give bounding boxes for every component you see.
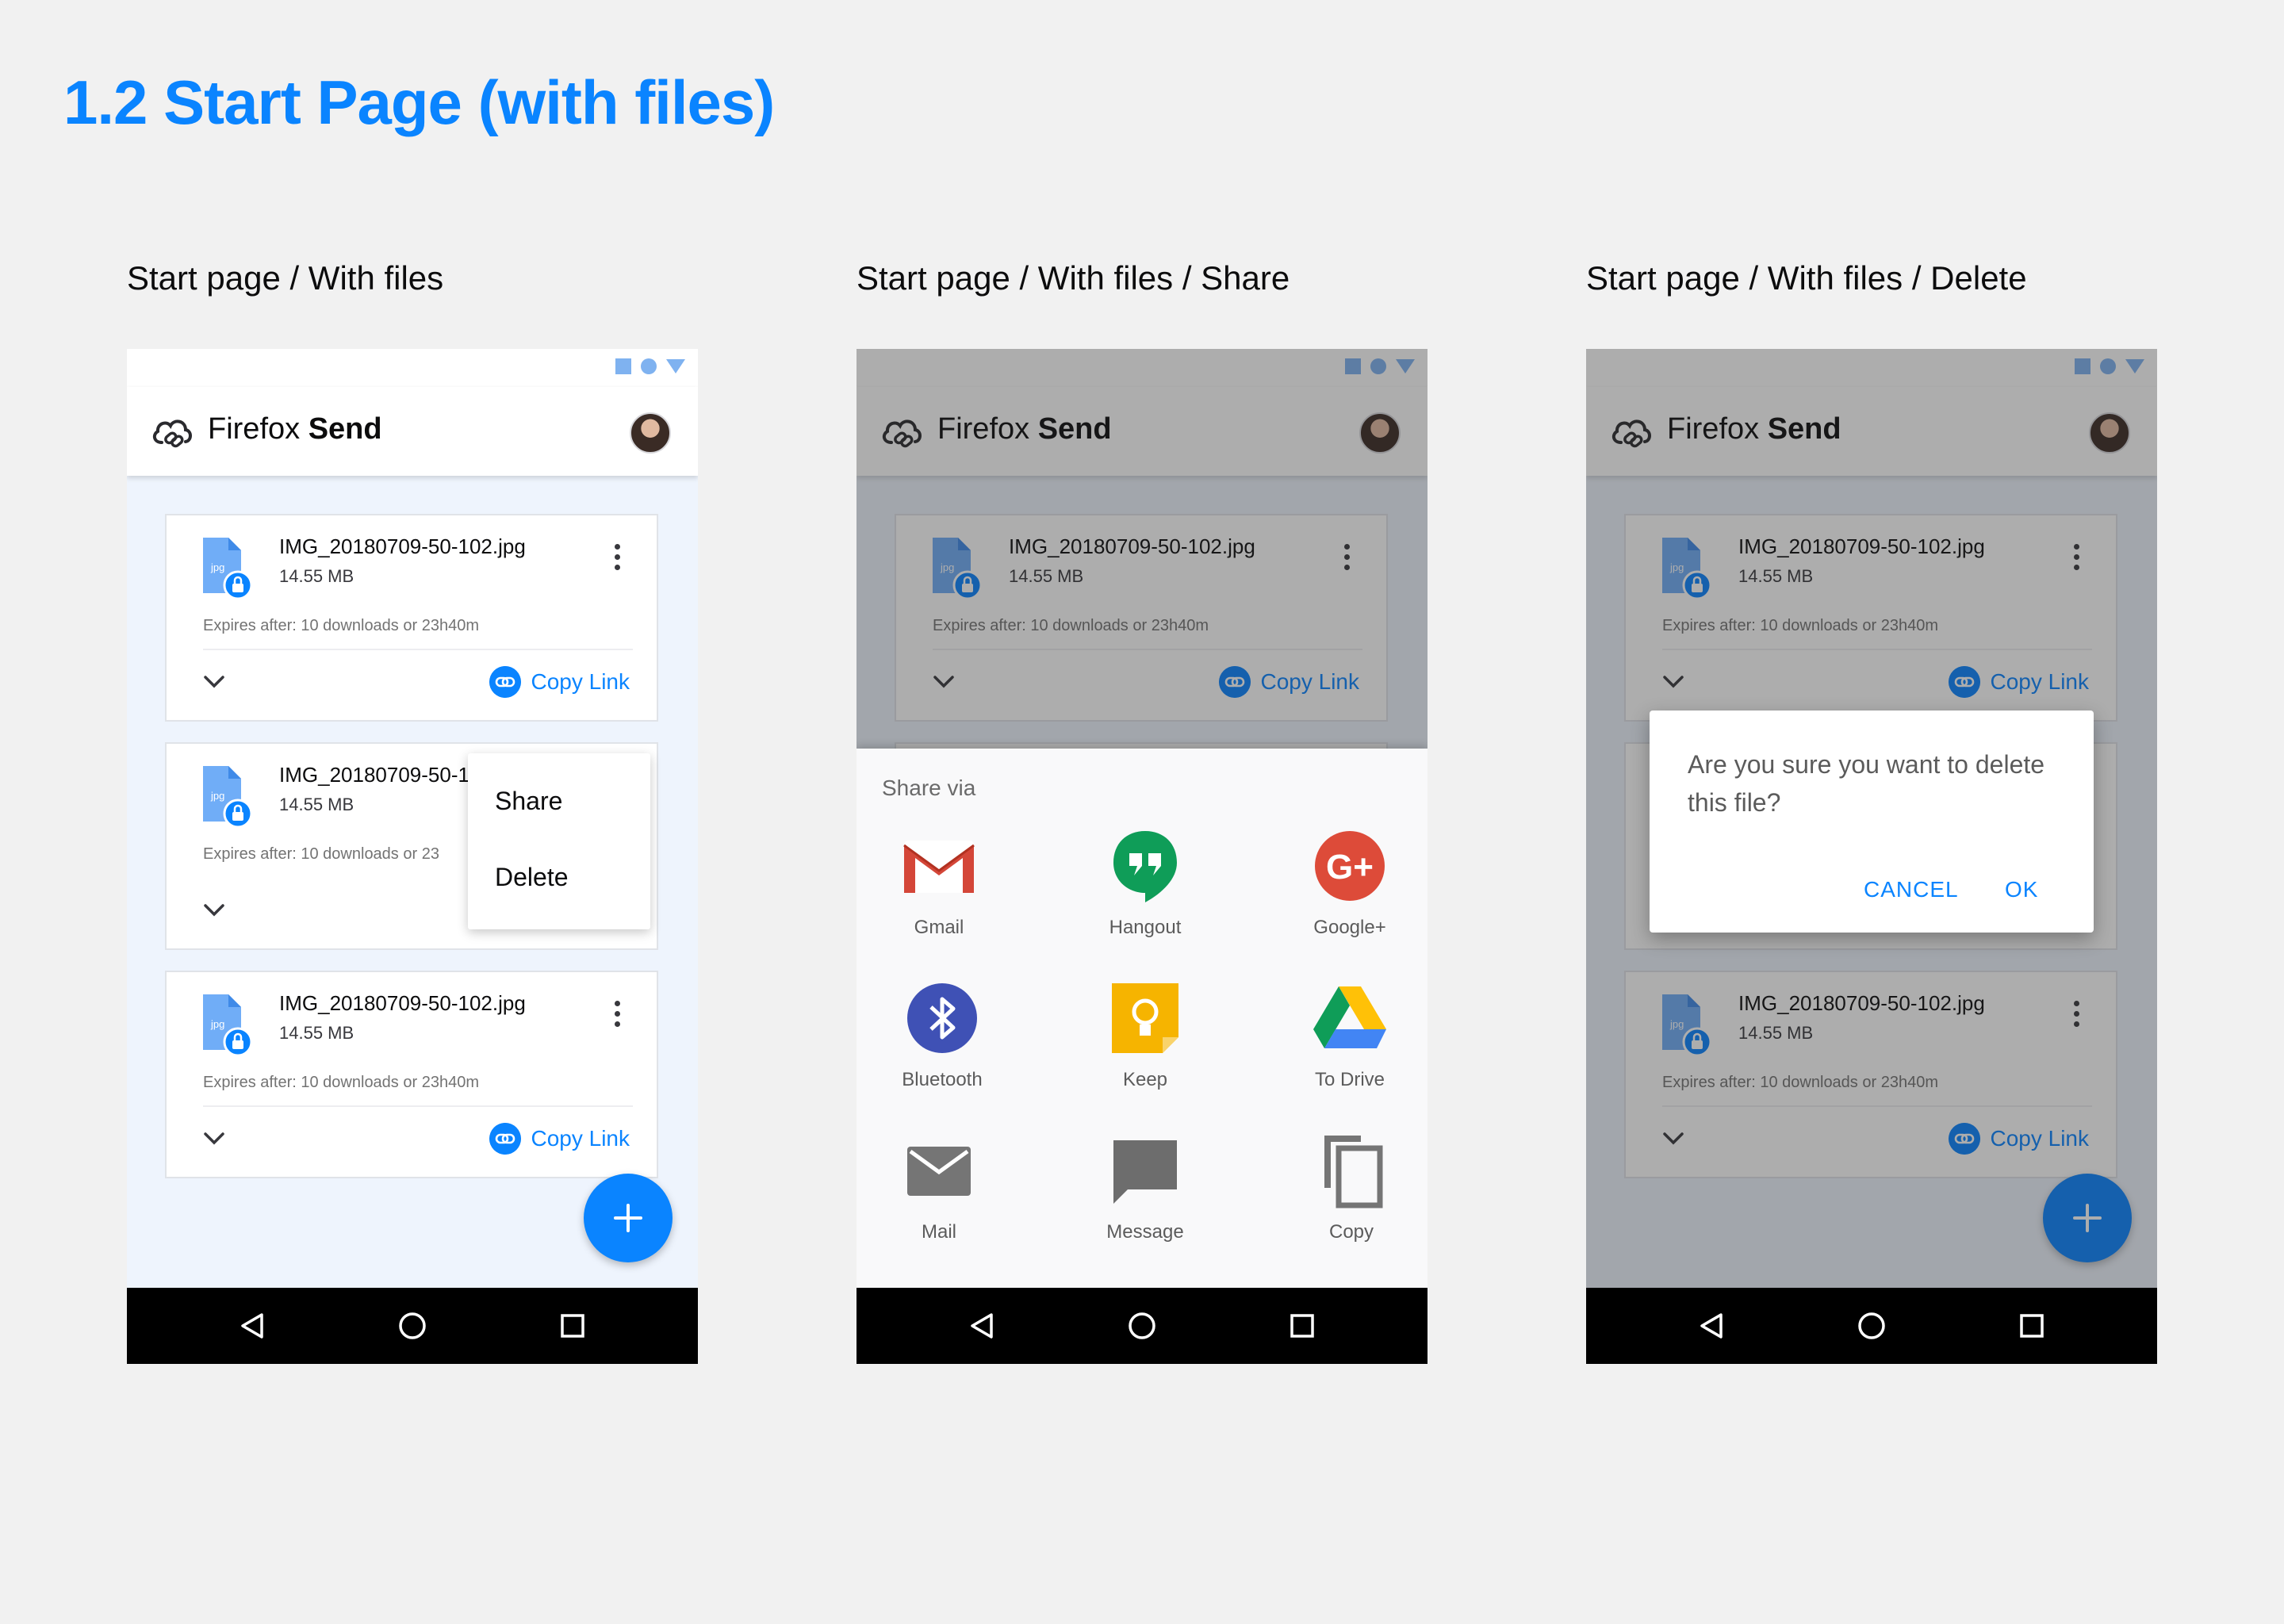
app-title: Firefox Send xyxy=(208,412,382,446)
share-target-keep[interactable]: Keep xyxy=(1066,980,1224,1115)
file-size: 14.55 MB xyxy=(279,566,354,586)
back-icon[interactable] xyxy=(238,1312,266,1340)
user-avatar[interactable] xyxy=(630,412,671,454)
share-target-drive[interactable]: To Drive xyxy=(1270,980,1428,1115)
jpg-file-lock-icon xyxy=(201,536,252,599)
signal-icon xyxy=(666,359,685,373)
share-target-label: To Drive xyxy=(1314,1069,1385,1090)
share-target-mail[interactable]: Mail xyxy=(860,1132,1018,1267)
notification-square-icon xyxy=(615,358,631,374)
dialog-message: Are you sure you want to delete this fil… xyxy=(1688,750,2045,817)
file-expiry: Expires after: 10 downloads or 23h40m xyxy=(203,1074,479,1091)
copy-link-button[interactable]: Copy Link xyxy=(489,666,630,698)
more-options-icon[interactable] xyxy=(612,1001,622,1032)
cloud-link-icon xyxy=(151,412,194,450)
share-target-label: Mail xyxy=(921,1221,956,1243)
copy-link-button[interactable]: Copy Link xyxy=(489,1123,630,1155)
file-card: IMG_20180709-50-102.jpg 14.55 MB Expires… xyxy=(165,514,658,722)
more-options-icon[interactable] xyxy=(612,544,622,576)
screen-label-delete: Start page / With files / Delete xyxy=(1586,259,2027,297)
file-expiry: Expires after: 10 downloads or 23h40m xyxy=(203,617,479,634)
plus-icon xyxy=(612,1202,644,1234)
share-target-label: Google+ xyxy=(1313,917,1386,938)
status-bar xyxy=(127,349,698,387)
phone-screen-share: Firefox Send IMG_20180709-50-102.jpg 14.… xyxy=(856,349,1428,1364)
link-icon xyxy=(489,1123,522,1155)
share-target-message[interactable]: Message xyxy=(1066,1132,1224,1267)
file-size: 14.55 MB xyxy=(279,1023,354,1043)
share-target-label: Keep xyxy=(1122,1069,1168,1090)
cancel-button[interactable]: CANCEL xyxy=(1864,877,1959,902)
message-icon xyxy=(1113,1140,1177,1204)
share-target-google-plus[interactable]: G+ Google+ xyxy=(1270,828,1428,963)
android-nav-bar xyxy=(856,1288,1428,1364)
page-title: 1.2 Start Page (with files) xyxy=(63,67,775,137)
back-icon[interactable] xyxy=(1697,1312,1726,1340)
share-target-label: Copy xyxy=(1328,1221,1374,1243)
recent-apps-icon[interactable] xyxy=(560,1313,585,1339)
add-file-button[interactable] xyxy=(584,1174,673,1262)
share-target-label: Message xyxy=(1106,1221,1184,1243)
app-bar: Firefox Send xyxy=(127,387,698,476)
recent-apps-icon[interactable] xyxy=(1290,1313,1315,1339)
copy-icon xyxy=(1324,1136,1383,1208)
link-icon xyxy=(489,666,522,698)
svg-text:G+: G+ xyxy=(1326,848,1374,887)
mail-icon xyxy=(907,1147,971,1196)
android-nav-bar xyxy=(127,1288,698,1364)
bluetooth-icon xyxy=(907,983,977,1053)
share-target-hangout[interactable]: Hangout xyxy=(1066,828,1224,963)
menu-item-share[interactable]: Share xyxy=(495,787,562,816)
share-target-bluetooth[interactable]: Bluetooth xyxy=(863,980,1021,1115)
card-divider xyxy=(203,649,633,650)
share-target-label: Bluetooth xyxy=(902,1069,983,1090)
back-icon[interactable] xyxy=(968,1312,996,1340)
menu-item-delete[interactable]: Delete xyxy=(495,863,569,892)
chevron-down-icon[interactable] xyxy=(203,1131,225,1147)
chevron-down-icon[interactable] xyxy=(203,674,225,690)
file-card: IMG_20180709-50-102.jpg 14.55 MB Expires… xyxy=(165,971,658,1178)
share-target-label: Gmail xyxy=(914,917,964,938)
recent-apps-icon[interactable] xyxy=(2019,1313,2044,1339)
home-icon[interactable] xyxy=(398,1312,427,1340)
android-nav-bar xyxy=(1586,1288,2157,1364)
gmail-icon xyxy=(903,841,975,893)
share-target-gmail[interactable]: Gmail xyxy=(860,828,1018,963)
share-sheet: Share via Gmail Hangout G+ Google+ Bluet… xyxy=(856,749,1428,1288)
keep-icon xyxy=(1112,983,1178,1053)
screen-label-with-files: Start page / With files xyxy=(127,259,444,297)
phone-screen-delete: Firefox Send IMG_20180709-50-102.jpg 14.… xyxy=(1586,349,2157,1364)
jpg-file-lock-icon xyxy=(201,993,252,1056)
share-target-copy[interactable]: Copy xyxy=(1272,1132,1428,1267)
file-name: IMG_20180709-50-102.jpg xyxy=(279,534,526,558)
file-expiry: Expires after: 10 downloads or 23 xyxy=(203,845,439,863)
screen-label-share: Start page / With files / Share xyxy=(856,259,1290,297)
share-sheet-title: Share via xyxy=(882,776,976,800)
file-name: IMG_20180709-50-1 xyxy=(279,763,469,787)
app-title-bold: Send xyxy=(308,412,382,446)
notification-circle-icon xyxy=(641,358,657,374)
phone-screen-with-files: Firefox Send IMG_20180709-50-102.jpg 14.… xyxy=(127,349,698,1364)
copy-link-label: Copy Link xyxy=(531,1126,630,1151)
drive-icon xyxy=(1313,986,1386,1048)
file-name: IMG_20180709-50-102.jpg xyxy=(279,991,526,1015)
hangouts-icon xyxy=(1113,831,1177,902)
file-size: 14.55 MB xyxy=(279,795,354,814)
share-target-label: Hangout xyxy=(1109,917,1182,938)
file-context-menu: Share Delete xyxy=(468,753,650,929)
chevron-down-icon[interactable] xyxy=(203,902,225,918)
home-icon[interactable] xyxy=(1857,1312,1886,1340)
home-icon[interactable] xyxy=(1128,1312,1156,1340)
jpg-file-lock-icon xyxy=(201,764,252,828)
app-title-regular: Firefox xyxy=(208,412,301,446)
card-divider xyxy=(203,1105,633,1107)
google-plus-icon: G+ xyxy=(1315,831,1385,901)
delete-confirm-dialog: Are you sure you want to delete this fil… xyxy=(1650,710,2094,933)
copy-link-label: Copy Link xyxy=(531,669,630,694)
ok-button[interactable]: OK xyxy=(2005,877,2038,902)
